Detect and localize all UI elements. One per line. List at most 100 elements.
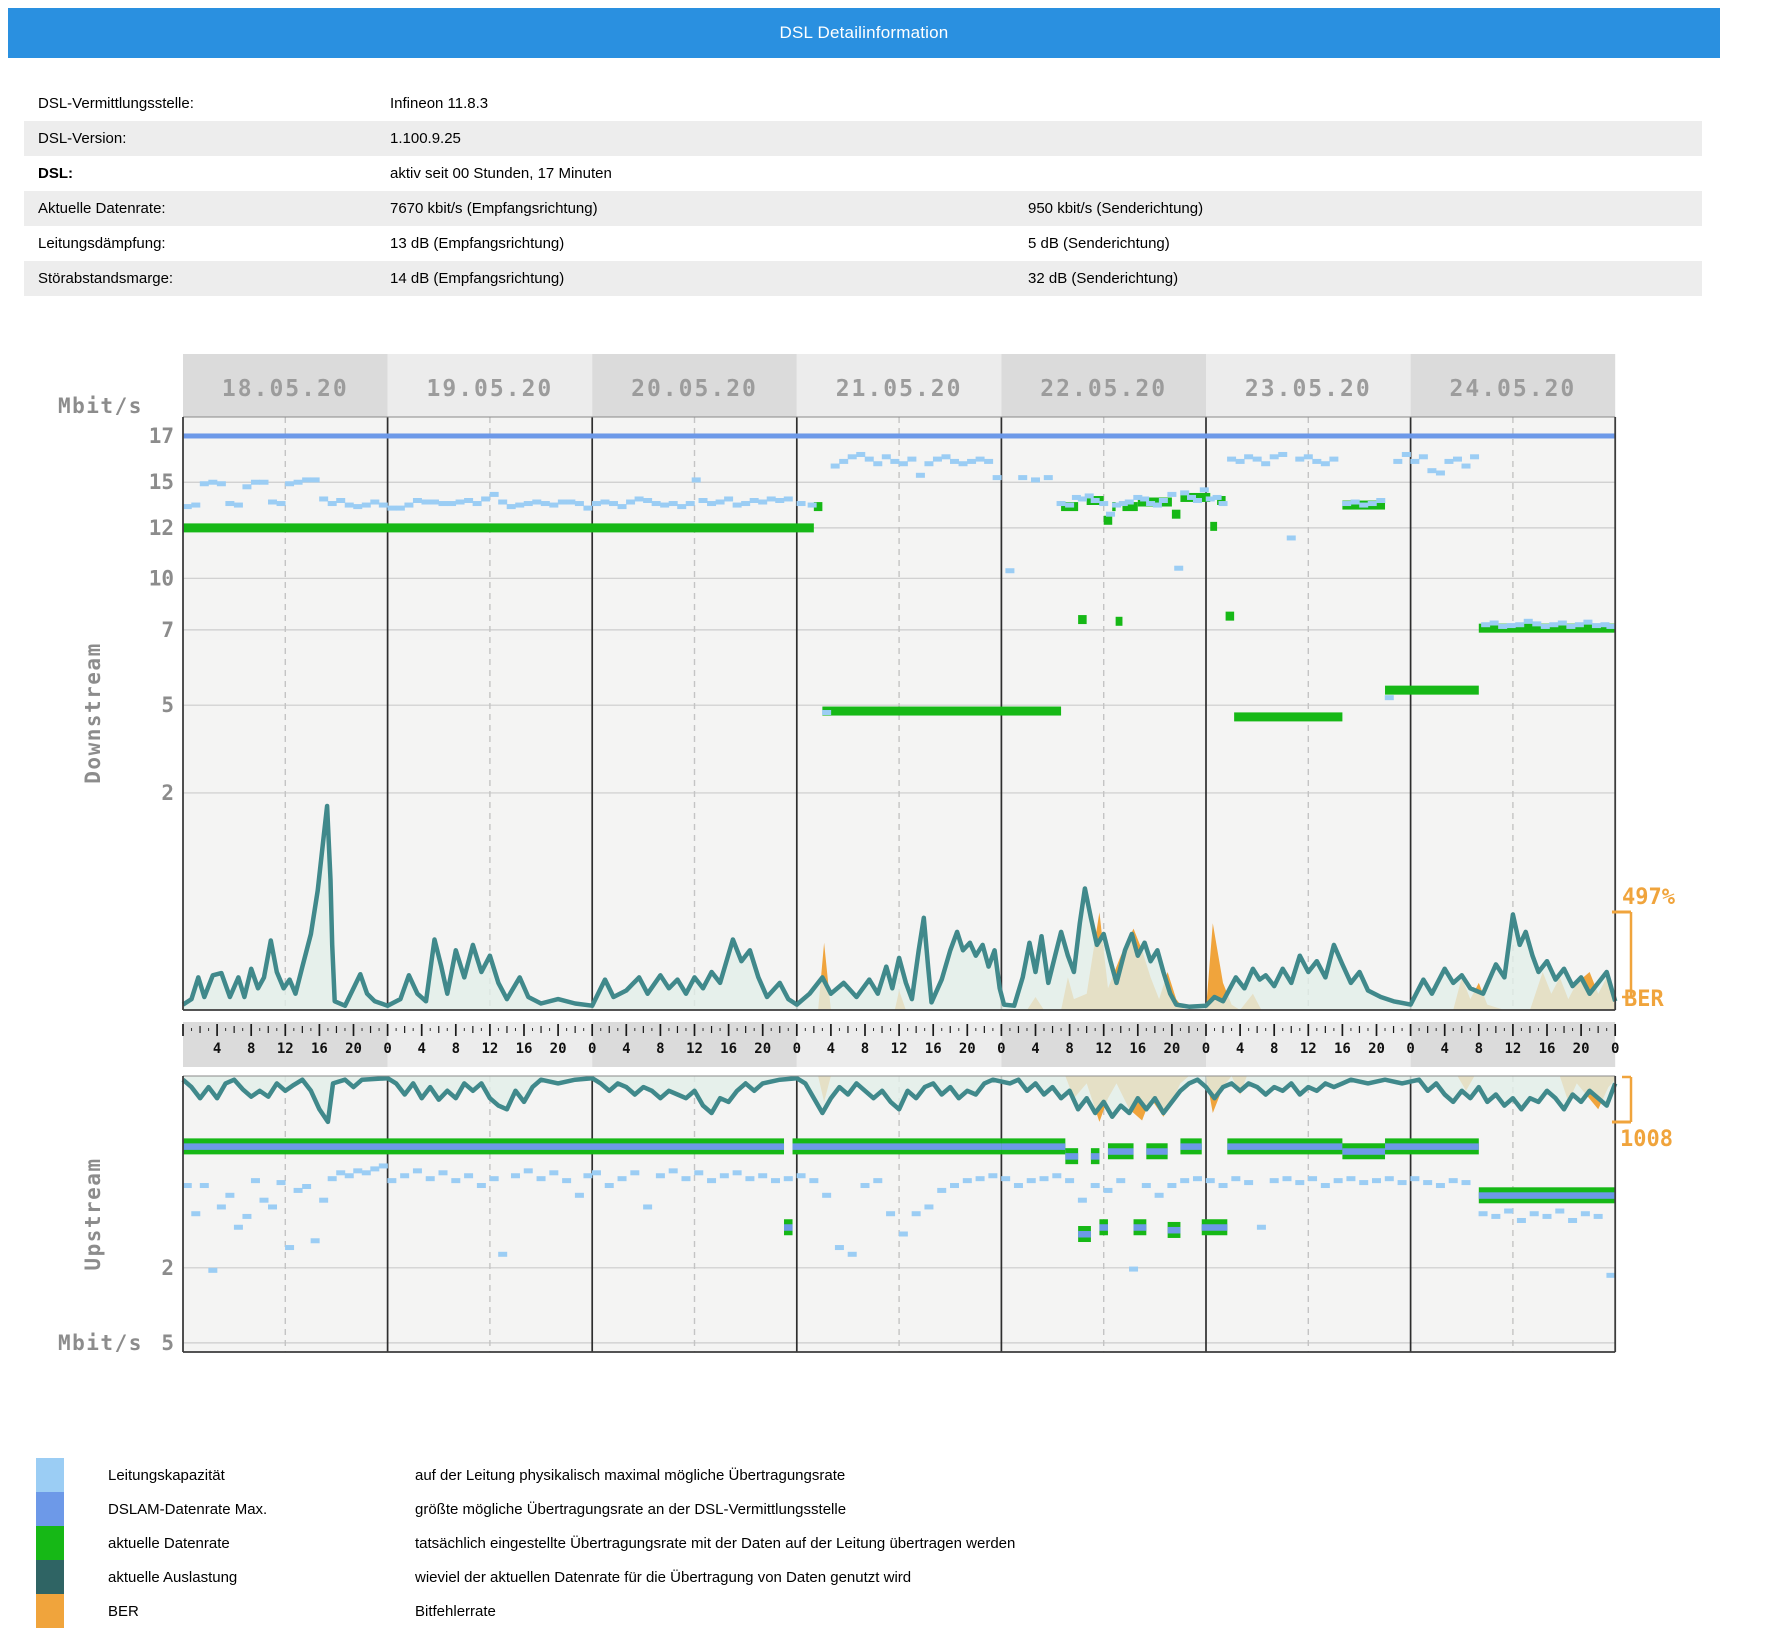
- upstream-dslam-line: [1108, 1148, 1134, 1155]
- upstream-capacity-dash: [1385, 1176, 1394, 1181]
- upstream-dslam-line: [1146, 1148, 1167, 1155]
- upstream-capacity-dash: [1270, 1178, 1279, 1183]
- hour-label: 16: [311, 1041, 328, 1057]
- upstream-capacity-dash: [1040, 1176, 1049, 1181]
- downstream-capacity-dash: [404, 503, 413, 508]
- upstream-capacity-dash: [605, 1183, 614, 1188]
- upstream-axis-label: Upstream: [81, 1157, 105, 1270]
- downstream-capacity-dash: [865, 457, 874, 462]
- legend-item-capacity: Leitungskapazitätauf der Leitung physika…: [36, 1458, 1536, 1492]
- upstream-capacity-dash: [1116, 1178, 1125, 1183]
- downstream-capacity-dash: [345, 503, 354, 508]
- date-label: 21.05.20: [836, 376, 963, 402]
- legend-label: aktuelle Datenrate: [108, 1526, 230, 1560]
- hour-label: 12: [481, 1041, 498, 1057]
- downstream-capacity-dash: [707, 501, 716, 506]
- downstream-capacity-dash: [1295, 457, 1304, 462]
- downstream-capacity-dash: [652, 501, 661, 506]
- upstream-capacity-dash: [976, 1176, 985, 1181]
- upstream-capacity-dash: [873, 1178, 882, 1183]
- downstream-capacity-dash: [1085, 493, 1094, 498]
- downstream-capacity-dash: [1419, 454, 1428, 459]
- upstream-capacity-dash: [1052, 1173, 1061, 1178]
- upstream-capacity-dash: [809, 1178, 818, 1183]
- downstream-capacity-dash: [660, 503, 669, 508]
- downstream-capacity-dash: [1541, 624, 1550, 629]
- downstream-capacity-dash: [1099, 501, 1108, 506]
- downstream-capacity-dash: [1213, 495, 1222, 500]
- upstream-capacity-dash: [861, 1183, 870, 1188]
- downstream-capacity-dash: [302, 477, 311, 482]
- downstream-capacity-dash: [1558, 621, 1567, 626]
- downstream-capacity-dash: [379, 503, 388, 508]
- downstream-capacity-dash: [328, 501, 337, 506]
- hour-label: 8: [656, 1041, 664, 1057]
- hour-label: 16: [720, 1041, 737, 1057]
- downstream-capacity-dash: [1244, 454, 1253, 459]
- downstream-capacity-dash: [1321, 461, 1330, 466]
- downstream-ytick: 5: [161, 693, 174, 717]
- hour-label: 8: [247, 1041, 255, 1057]
- dslam-swatch: [36, 1492, 64, 1526]
- legend-label: Leitungskapazität: [108, 1458, 225, 1492]
- downstream-capacity-dash: [856, 452, 865, 457]
- downstream-capacity-dash: [839, 459, 848, 464]
- upstream-capacity-dash: [643, 1204, 652, 1209]
- upstream-capacity-dash: [1257, 1225, 1266, 1230]
- upstream-capacity-dash: [1180, 1178, 1189, 1183]
- hour-label: 4: [1440, 1041, 1448, 1057]
- downstream-capacity-dash: [583, 506, 592, 511]
- downstream-capacity-dash: [421, 500, 430, 505]
- upstream-capacity-dash: [1091, 1183, 1100, 1188]
- upstream-capacity-dash: [242, 1214, 251, 1219]
- downstream-capacity-dash: [635, 496, 644, 501]
- downstream-capacity-dash: [1393, 459, 1402, 464]
- downstream-capacity-dash: [907, 457, 916, 462]
- downstream-rate-segment: [1078, 615, 1087, 624]
- upstream-capacity-dash: [208, 1268, 217, 1273]
- date-header-row: 18.05.2019.05.2020.05.2021.05.2022.05.20…: [183, 354, 1615, 417]
- upstream-capacity-dash: [886, 1211, 895, 1216]
- upstream-capacity-dash: [345, 1173, 354, 1178]
- downstream-capacity-dash: [699, 498, 708, 503]
- hour-label: 20: [550, 1041, 567, 1057]
- downstream-capacity-dash: [873, 461, 882, 466]
- downstream-capacity-dash: [234, 503, 243, 508]
- upstream-capacity-dash: [1606, 1273, 1615, 1278]
- hour-label: 20: [754, 1041, 771, 1057]
- downstream-capacity-dash: [618, 504, 627, 509]
- downstream-capacity-dash: [592, 501, 601, 506]
- upstream-capacity-dash: [277, 1180, 286, 1185]
- upstream-dslam-line: [1227, 1143, 1342, 1150]
- downstream-capacity-dash: [1566, 624, 1575, 629]
- downstream-capacity-dash: [1453, 457, 1462, 462]
- dsl-detail-page: { "title": "DSL Detailinformation", "tit…: [0, 0, 1782, 1650]
- downstream-capacity-dash: [1180, 490, 1189, 495]
- upstream-capacity-dash: [413, 1168, 422, 1173]
- downstream-rate-segment: [1234, 712, 1342, 721]
- downstream-capacity-dash: [430, 500, 439, 505]
- downstream-capacity-dash: [976, 457, 985, 462]
- hour-label: 4: [1031, 1041, 1039, 1057]
- downstream-capacity-dash: [600, 500, 609, 505]
- date-label: 22.05.20: [1040, 376, 1167, 402]
- upstream-capacity-dash: [1155, 1193, 1164, 1198]
- upstream-dslam-line: [793, 1143, 1002, 1150]
- downstream-capacity-dash: [984, 459, 993, 464]
- downstream-capacity-dash: [1575, 622, 1584, 627]
- upstream-dslam-line: [1180, 1143, 1201, 1150]
- downstream-capacity-dash: [524, 501, 533, 506]
- downstream-capacity-dash: [1200, 487, 1209, 492]
- hour-label: 8: [1065, 1041, 1073, 1057]
- hour-label: 4: [827, 1041, 835, 1057]
- upstream-capacity-dash: [899, 1232, 908, 1237]
- midnight-label: 0: [793, 1041, 801, 1057]
- downstream-capacity-dash: [362, 503, 371, 508]
- upstream-dslam-line: [1091, 1153, 1100, 1160]
- upstream-capacity-dash: [988, 1173, 997, 1178]
- upstream-capacity-dash: [1530, 1211, 1539, 1216]
- downstream-capacity-dash: [1219, 501, 1228, 506]
- downstream-capacity-dash: [464, 498, 473, 503]
- downstream-capacity-dash: [225, 501, 234, 506]
- upstream-capacity-dash: [924, 1204, 933, 1209]
